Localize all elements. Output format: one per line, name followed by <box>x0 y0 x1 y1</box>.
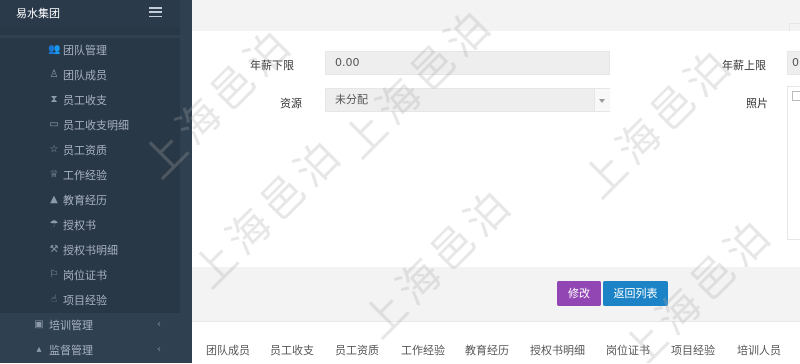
tab-authorization-detail[interactable]: 授权书明细 <box>530 342 585 358</box>
chevron-down-icon[interactable] <box>594 89 610 111</box>
graduation-cap-icon: ▲ <box>50 194 58 205</box>
photo-preview[interactable] <box>787 86 800 240</box>
sidebar-item-team-management[interactable]: 👥 团队管理 <box>0 38 180 63</box>
brand-title: 易水集团 <box>16 7 60 20</box>
sidebar-item-label: 岗位证书 <box>63 269 107 282</box>
sidebar-item-label: 授权书明细 <box>63 244 118 257</box>
hourglass-icon: ⧗ <box>50 94 58 105</box>
sidebar-item-authorization-detail[interactable]: ⚒ 授权书明细 <box>0 238 180 263</box>
tab-training-staff[interactable]: 培训人员 <box>737 342 781 358</box>
sidebar-item-team-members[interactable]: ♙ 团队成员 <box>0 63 180 88</box>
sidebar-item-label: 员工收支明细 <box>63 119 129 132</box>
map-icon: ▭ <box>49 119 59 130</box>
resource-label: 资源 <box>280 97 302 110</box>
salary-max-label: 年薪上限 <box>722 59 766 72</box>
bell-icon: ▴ <box>36 344 42 355</box>
chevron-left-icon: ‹ <box>157 319 161 330</box>
sidebar-item-label: 员工收支 <box>63 94 107 107</box>
user-icon: ♙ <box>49 69 59 80</box>
sidebar-group-training[interactable]: ▣ 培训管理 ‹ <box>0 313 180 338</box>
sidebar-group-supervision[interactable]: ▴ 监督管理 ‹ <box>0 338 180 363</box>
sidebar-item-position-certificate[interactable]: ⚐ 岗位证书 <box>0 263 180 288</box>
star-icon: ☆ <box>49 144 59 155</box>
tab-team-members[interactable]: 团队成员 <box>206 342 250 358</box>
sidebar-item-label: 员工资质 <box>63 144 107 157</box>
trophy-icon: ♕ <box>49 169 59 180</box>
sidebar-group-label: 培训管理 <box>49 319 93 332</box>
umbrella-icon: ☂ <box>49 219 59 230</box>
action-bar <box>192 267 800 317</box>
tab-position-certificate[interactable]: 岗位证书 <box>606 342 650 358</box>
main-content: 年薪下限 0.00 年薪上限 0 资源 未分配 照片 修改 返回列表 团队成员 … <box>192 0 800 364</box>
edit-button[interactable]: 修改 <box>557 281 601 306</box>
salary-min-label: 年薪下限 <box>250 59 294 72</box>
menu-toggle-icon[interactable] <box>149 7 162 18</box>
sidebar-item-staff-qualification[interactable]: ☆ 员工资质 <box>0 138 180 163</box>
sidebar-item-authorization[interactable]: ☂ 授权书 <box>0 213 180 238</box>
resource-select[interactable]: 未分配 <box>325 88 610 112</box>
sidebar-item-staff-income[interactable]: ⧗ 员工收支 <box>0 88 180 113</box>
sidebar-item-staff-income-detail[interactable]: ▭ 员工收支明细 <box>0 113 180 138</box>
related-tabs: 团队成员 员工收支 员工资质 工作经验 教育经历 授权书明细 岗位证书 项目经验… <box>192 321 800 364</box>
users-icon: 👥 <box>48 44 61 55</box>
sidebar: 易水集团 👥 团队管理 ♙ 团队成员 ⧗ 员工收支 ▭ 员工收支明细 ☆ 员工资… <box>0 0 180 363</box>
sidebar-item-label: 项目经验 <box>63 294 107 307</box>
sidebar-item-label: 团队成员 <box>63 69 107 82</box>
tab-education[interactable]: 教育经历 <box>465 342 509 358</box>
tab-staff-qualification[interactable]: 员工资质 <box>335 342 379 358</box>
sidebar-item-label: 团队管理 <box>63 44 107 57</box>
sidebar-gutter <box>180 0 192 363</box>
sidebar-item-project-experience[interactable]: ☝ 项目经验 <box>0 288 180 313</box>
sidebar-group-label: 监督管理 <box>49 344 93 357</box>
sidebar-item-label: 工作经验 <box>63 169 107 182</box>
tab-project-experience[interactable]: 项目经验 <box>671 342 715 358</box>
flag-icon: ⚐ <box>49 269 59 280</box>
sidebar-submenu-top <box>0 27 180 35</box>
salary-max-field[interactable]: 0 <box>787 51 800 75</box>
sidebar-item-label: 授权书 <box>63 219 96 232</box>
brand-bar: 易水集团 <box>0 0 180 27</box>
sidebar-item-work-experience[interactable]: ♕ 工作经验 <box>0 163 180 188</box>
hand-icon: ☝ <box>50 294 58 305</box>
gavel-icon: ⚒ <box>49 244 59 255</box>
chevron-left-icon: ‹ <box>157 344 161 355</box>
tab-work-experience[interactable]: 工作经验 <box>401 342 445 358</box>
sidebar-item-education[interactable]: ▲ 教育经历 <box>0 188 180 213</box>
image-placeholder-icon <box>792 91 800 101</box>
tab-staff-income[interactable]: 员工收支 <box>270 342 314 358</box>
sidebar-item-label: 教育经历 <box>63 194 107 207</box>
top-band <box>192 0 800 32</box>
photo-label: 照片 <box>746 97 768 110</box>
salary-min-field[interactable]: 0.00 <box>325 51 610 75</box>
back-to-list-button[interactable]: 返回列表 <box>603 281 668 306</box>
briefcase-icon: ▣ <box>34 319 44 330</box>
resource-selected-value: 未分配 <box>335 93 368 106</box>
